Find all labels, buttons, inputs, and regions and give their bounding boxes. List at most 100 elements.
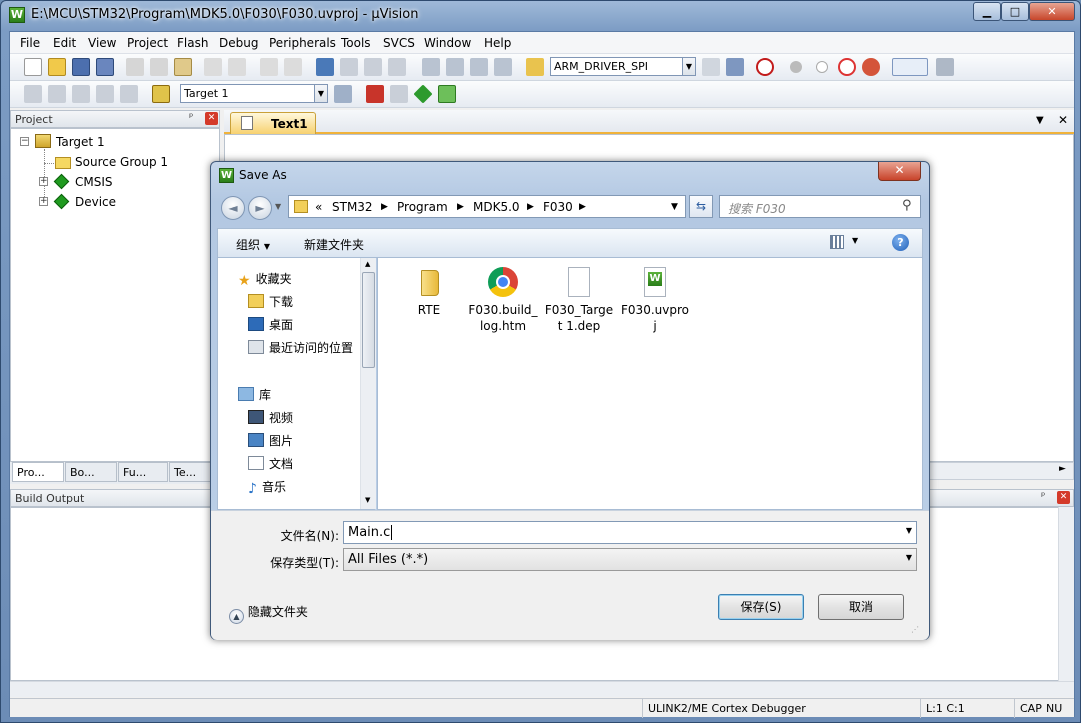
rebuild-icon[interactable] [72,85,90,103]
nav-favorites[interactable]: ★ 收藏夹 [238,270,292,289]
close-button[interactable]: ✕ [1029,2,1075,21]
open-folder-icon[interactable] [48,58,66,76]
target-select[interactable]: Target 1 ▼ [180,84,328,103]
nav-documents[interactable]: 文档 [248,455,293,472]
address-bar[interactable]: « STM32 ▶ Program ▶ MDK5.0 ▶ F030 ▶ ▼ [288,195,686,218]
breakpoint-disable-icon[interactable] [816,61,828,73]
view-options-icon[interactable] [830,235,844,249]
search-input[interactable]: 搜索 F030 ⚲ [719,195,921,218]
scrollbar-thumb[interactable] [362,272,375,368]
stop-build-icon[interactable] [120,85,138,103]
build-icon[interactable] [48,85,66,103]
nav-recent-places[interactable]: 最近访问的位置 [248,339,353,356]
paste-icon[interactable] [174,58,192,76]
pin-icon[interactable]: ᵖ [189,112,193,123]
help-icon[interactable]: ? [892,234,909,251]
nav-back-icon[interactable] [260,58,278,76]
file-item[interactable]: F030_Target 1.dep [544,266,614,334]
uncomment-icon[interactable] [494,58,512,76]
nav-music[interactable]: ♪ 音乐 [248,478,286,497]
driver-select[interactable]: ARM_DRIVER_SPI ▼ [550,57,696,76]
breadcrumb-stm32[interactable]: STM32 [332,200,373,214]
tab-books[interactable]: Bo... [65,462,117,482]
tree-item-device[interactable]: Device [75,195,116,209]
file-item[interactable]: RTE [394,266,464,318]
chevron-down-icon[interactable]: ▼ [906,526,912,535]
cut-icon[interactable] [126,58,144,76]
redo-icon[interactable] [228,58,246,76]
refresh-icon[interactable]: ⇆ [689,195,713,218]
menu-svcs[interactable]: SVCS [383,36,415,50]
organize-button[interactable]: 组织 ▼ [236,236,270,253]
menu-tools[interactable]: Tools [341,36,371,50]
resize-grip-icon[interactable]: ⋰ [911,625,919,634]
pack-installer-icon[interactable] [438,85,456,103]
build-output-vscrollbar[interactable] [1058,507,1074,681]
expand-icon[interactable]: + [39,177,48,186]
nav-forward-icon[interactable] [284,58,302,76]
breadcrumb-program[interactable]: Program [397,200,448,214]
menu-flash[interactable]: Flash [177,36,208,50]
file-item[interactable]: F030.build_log.htm [468,266,538,334]
breadcrumb-mdk50[interactable]: MDK5.0 [473,200,520,214]
nav-pictures[interactable]: 图片 [248,432,293,449]
undo-icon[interactable] [204,58,222,76]
nav-videos[interactable]: 视频 [248,409,293,426]
breadcrumb-separator-icon[interactable]: ▶ [381,202,388,212]
menu-file[interactable]: File [20,36,40,50]
batch-build-icon[interactable] [96,85,114,103]
manage-project-items-icon[interactable] [366,85,384,103]
save-button[interactable]: 保存(S) [718,594,804,620]
file-item[interactable]: W F030.uvproj [620,266,690,334]
menu-peripherals[interactable]: Peripherals [269,36,336,50]
clear-bookmarks-icon[interactable] [388,58,406,76]
minimize-button[interactable]: ▁ [973,2,1001,21]
breadcrumb-separator-icon[interactable]: ▶ [527,202,534,212]
panel-close-icon[interactable]: ✕ [1057,491,1070,504]
prev-bookmark-icon[interactable] [340,58,358,76]
build-output-hscrollbar[interactable] [10,681,1074,697]
pin-icon[interactable]: ᵖ [1041,491,1045,502]
menu-view[interactable]: View [88,36,116,50]
nav-desktop[interactable]: 桌面 [248,316,293,333]
panel-close-icon[interactable]: ✕ [205,112,218,125]
comment-icon[interactable] [470,58,488,76]
select-packs-icon[interactable] [390,85,408,103]
breakpoint-icon[interactable] [790,61,802,73]
tab-close-icon[interactable]: ✕ [1058,113,1068,127]
nav-pane-scrollbar[interactable]: ▲ ▼ [360,258,376,509]
breadcrumb-separator-icon[interactable]: ▶ [457,202,464,212]
window-layout-icon[interactable] [892,58,928,76]
tree-item-cmsis[interactable]: CMSIS [75,175,113,189]
menu-window[interactable]: Window [424,36,471,50]
breadcrumb-overflow[interactable]: « [315,200,322,214]
breadcrumb-f030[interactable]: F030 [543,200,573,214]
dialog-close-button[interactable]: ✕ [878,162,921,181]
breadcrumb-separator-icon[interactable]: ▶ [579,202,586,212]
maximize-button[interactable]: □ [1001,2,1029,21]
chevron-down-icon[interactable]: ▼ [682,58,695,75]
menu-help[interactable]: Help [484,36,511,50]
tab-list-dropdown-icon[interactable]: ▼ [1036,115,1044,126]
incremental-find-icon[interactable] [726,58,744,76]
bookmark-icon[interactable] [316,58,334,76]
menu-edit[interactable]: Edit [53,36,76,50]
tree-root-label[interactable]: Target 1 [56,135,105,149]
new-folder-button[interactable]: 新建文件夹 [304,236,364,253]
chevron-down-icon[interactable]: ▼ [852,236,858,245]
tree-item-source-group[interactable]: Source Group 1 [75,155,168,169]
tab-project[interactable]: Pro... [12,462,64,482]
indent-icon[interactable] [422,58,440,76]
new-file-icon[interactable] [24,58,42,76]
collapse-icon[interactable]: − [20,137,29,146]
menu-project[interactable]: Project [127,36,168,50]
chevron-down-icon[interactable]: ▼ [671,202,678,212]
download-load-icon[interactable] [152,85,170,103]
nav-downloads[interactable]: 下载 [248,293,293,310]
nav-libraries[interactable]: 库 [238,386,271,403]
breakpoints-kill-all-icon[interactable] [862,58,880,76]
copy-icon[interactable] [150,58,168,76]
save-icon[interactable] [72,58,90,76]
search-icon[interactable]: ⚲ [902,198,912,213]
menu-debug[interactable]: Debug [219,36,258,50]
